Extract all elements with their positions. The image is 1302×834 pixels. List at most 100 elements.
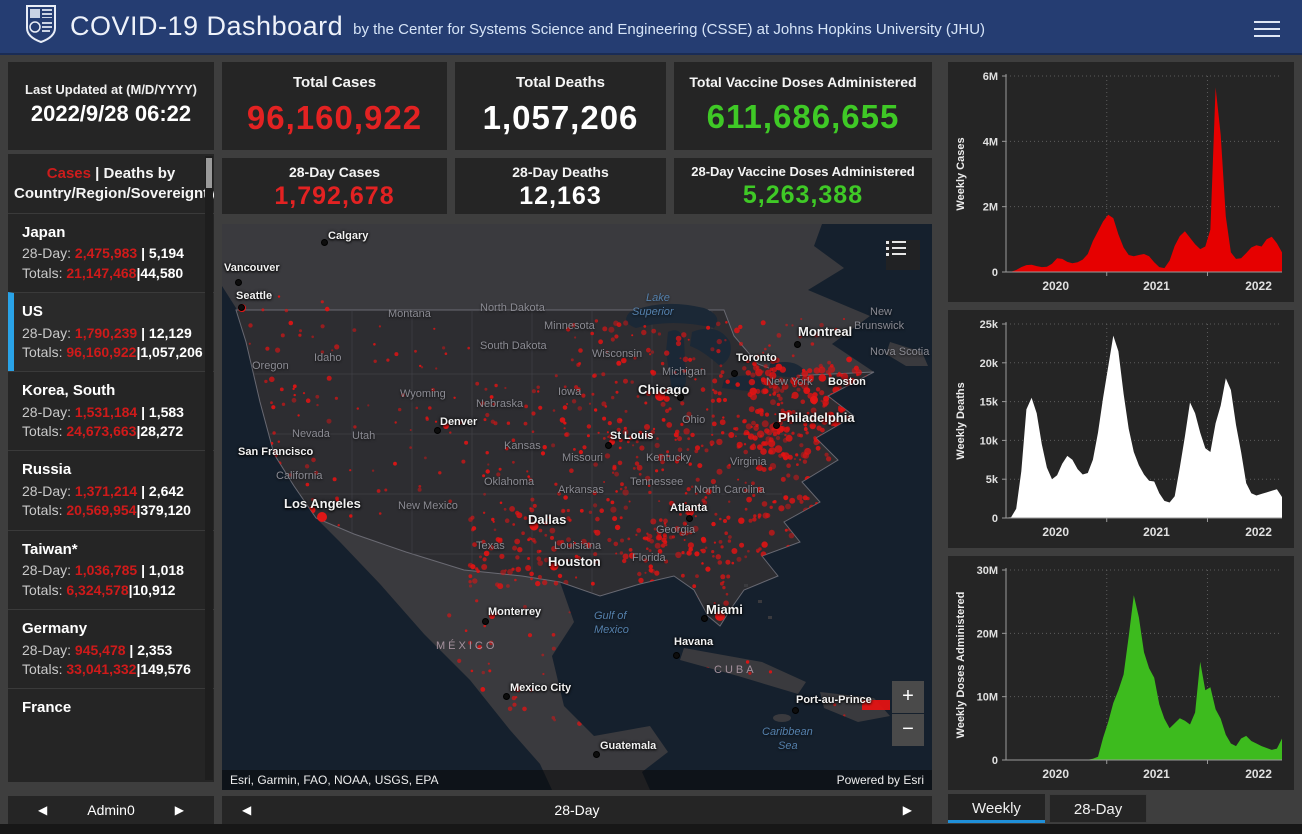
- vaccines-28d-value: 5,263,388: [742, 181, 864, 209]
- chart-area-series: [1006, 335, 1282, 518]
- chart-svg: 0 5k 10k 15k 20k 25k 2020 2021 2022 Weekly Deaths: [955, 319, 1282, 539]
- country-28day-stats: 28-Day: 1,790,239 | 12,129: [22, 324, 192, 341]
- svg-text:20M: 20M: [977, 628, 998, 640]
- tab-weekly[interactable]: Weekly: [948, 794, 1045, 823]
- country-name: Korea, South: [22, 382, 116, 400]
- country-list-header: Cases | Deaths by Country/Region/Soverei…: [8, 154, 214, 213]
- cases-28d-label: 28-Day Cases: [288, 164, 381, 180]
- powered-by-esri: Powered by Esri: [836, 773, 924, 787]
- country-28day-stats: 28-Day: 1,371,214 | 2,642: [22, 483, 184, 500]
- chart-y-axis-label: Weekly Doses Administered: [955, 592, 967, 739]
- total-vaccines-label: Total Vaccine Doses Administered: [689, 74, 917, 90]
- country-name: France: [22, 699, 72, 717]
- country-total-stats: Totals: 21,147,468|44,580: [22, 264, 184, 281]
- country-list-scrollbar[interactable]: [205, 156, 213, 780]
- svg-text:2022: 2022: [1245, 767, 1272, 781]
- chart-timeframe-tabs: Weekly 28-Day: [948, 794, 1294, 826]
- total-cases-label: Total Cases: [292, 74, 377, 91]
- country-row-us[interactable]: US 28-Day: 1,790,239 | 12,129 Totals: 96,1…: [8, 291, 214, 372]
- svg-text:2022: 2022: [1245, 525, 1272, 539]
- total-vaccines-value: 611,686,655: [706, 98, 900, 135]
- total-cases-tile: Total Cases 96,160,922: [222, 62, 447, 150]
- deaths-28d-tile: 28-Day Deaths 12,163: [455, 158, 666, 214]
- hamburger-menu-icon[interactable]: [1254, 16, 1280, 37]
- country-28day-stats: 28-Day: 945,478 | 2,353: [22, 641, 173, 658]
- country-total-stats: Totals: 6,324,578|10,912: [22, 581, 176, 598]
- layers-list-icon[interactable]: [886, 240, 920, 270]
- country-28day-stats: 28-Day: 1,036,785 | 1,018: [22, 562, 184, 579]
- total-deaths-tile: Total Deaths 1,057,206: [455, 62, 666, 150]
- svg-text:2021: 2021: [1143, 279, 1170, 293]
- country-name: Russia: [22, 461, 72, 479]
- svg-text:30M: 30M: [977, 565, 998, 577]
- country-row-korea-south[interactable]: Korea, South 28-Day: 1,531,184 | 1,583 Tot…: [8, 371, 214, 450]
- weekly-deaths-chart: 0 5k 10k 15k 20k 25k 2020 2021 2022 Weekly Deaths: [948, 310, 1294, 548]
- total-vaccines-tile: Total Vaccine Doses Administered 611,686…: [674, 62, 932, 150]
- svg-text:5k: 5k: [986, 474, 999, 486]
- country-name: Germany: [22, 620, 88, 638]
- country-row-russia[interactable]: Russia 28-Day: 1,371,214 | 2,642 Totals: 2…: [8, 450, 214, 529]
- chart-area-series: [1006, 87, 1282, 273]
- last-updated-tile: Last Updated at (M/D/YYYY) 2022/9/28 06:…: [8, 62, 214, 150]
- next-arrow-icon[interactable]: ▶: [175, 803, 184, 817]
- country-row-taiwan-[interactable]: Taiwan* 28-Day: 1,036,785 | 1,018 Totals: …: [8, 529, 214, 609]
- svg-text:2021: 2021: [1143, 525, 1170, 539]
- country-name: US: [22, 302, 43, 320]
- total-cases-value: 96,160,922: [246, 99, 423, 136]
- map-canvas[interactable]: Calgary Vancouver Seattle Montreal Toronto Bo…: [222, 224, 932, 790]
- map-zoom-controls: + −: [892, 680, 924, 746]
- prev-arrow-icon[interactable]: ◀: [242, 803, 251, 817]
- cases-toggle[interactable]: Cases: [47, 165, 91, 182]
- country-total-stats: Totals: 33,041,332|149,576: [22, 661, 191, 678]
- admin-level-label: Admin0: [87, 802, 135, 818]
- country-name: Taiwan*: [22, 540, 78, 558]
- country-row-germany[interactable]: Germany 28-Day: 945,478 | 2,353 Totals: 33…: [8, 609, 214, 688]
- cases-28d-value: 1,792,678: [274, 182, 395, 210]
- country-total-stats: Totals: 20,569,954|379,120: [22, 502, 191, 519]
- svg-text:10k: 10k: [980, 435, 999, 447]
- chart-svg: 0 10M 20M 30M 2020 2021 2022 Weekly Doses Admin…: [955, 565, 1282, 781]
- deaths-toggle[interactable]: | Deaths by: [91, 165, 175, 182]
- map-svg: [222, 224, 932, 790]
- next-arrow-icon[interactable]: ▶: [903, 803, 912, 817]
- country-list-header-line2: Country/Region/Sovereignty: [14, 185, 214, 203]
- scrollbar-thumb[interactable]: [206, 158, 212, 188]
- svg-text:20k: 20k: [980, 358, 999, 370]
- svg-text:2021: 2021: [1143, 767, 1170, 781]
- tab-28-day[interactable]: 28-Day: [1048, 794, 1148, 823]
- svg-text:4M: 4M: [983, 136, 998, 148]
- prev-arrow-icon[interactable]: ◀: [38, 803, 47, 817]
- total-deaths-label: Total Deaths: [516, 74, 605, 91]
- covid-dashboard: COVID-19 Dashboard by the Center for Sys…: [0, 0, 1302, 834]
- vaccines-28d-label: 28-Day Vaccine Doses Administered: [691, 164, 915, 179]
- svg-text:10M: 10M: [977, 692, 998, 704]
- deaths-28d-value: 12,163: [519, 182, 602, 210]
- country-row-france[interactable]: France: [8, 688, 214, 729]
- svg-text:15k: 15k: [980, 397, 999, 409]
- chart-area-series: [1006, 595, 1282, 760]
- zoom-out-button[interactable]: −: [892, 714, 924, 746]
- attribution-text: Esri, Garmin, FAO, NOAA, USGS, EPA: [230, 773, 439, 787]
- svg-text:2020: 2020: [1042, 767, 1069, 781]
- chart-y-axis-label: Weekly Deaths: [955, 382, 967, 459]
- country-total-stats: Totals: 96,160,922|1,057,206: [22, 343, 203, 360]
- cases-28d-tile: 28-Day Cases 1,792,678: [222, 158, 447, 214]
- country-row-japan[interactable]: Japan 28-Day: 2,475,983 | 5,194 Totals: 21…: [8, 212, 214, 292]
- country-list: Japan 28-Day: 2,475,983 | 5,194 Totals: 21…: [8, 212, 214, 730]
- country-28day-stats: 28-Day: 1,531,184 | 1,583: [22, 403, 184, 420]
- country-28day-stats: 28-Day: 2,475,983 | 5,194: [22, 245, 184, 262]
- svg-text:25k: 25k: [980, 319, 999, 331]
- zoom-in-button[interactable]: +: [892, 681, 924, 713]
- map-timeframe-label: 28-Day: [554, 802, 600, 818]
- admin-level-pager: ◀ Admin0 ▶: [8, 796, 214, 824]
- svg-text:2020: 2020: [1042, 525, 1069, 539]
- page-title: COVID-19 Dashboard: [70, 11, 344, 41]
- deaths-28d-label: 28-Day Deaths: [512, 164, 609, 180]
- svg-text:2M: 2M: [983, 202, 998, 214]
- map-attribution-bar: Esri, Garmin, FAO, NOAA, USGS, EPA Power…: [222, 770, 932, 790]
- map-timeframe-pager: ◀ 28-Day ▶: [222, 796, 932, 824]
- svg-text:2020: 2020: [1042, 279, 1069, 293]
- chart-svg: 0 2M 4M 6M 2020 2021 2022 Weekly Cases: [955, 71, 1282, 293]
- total-deaths-value: 1,057,206: [482, 99, 639, 136]
- svg-text:6M: 6M: [983, 71, 998, 83]
